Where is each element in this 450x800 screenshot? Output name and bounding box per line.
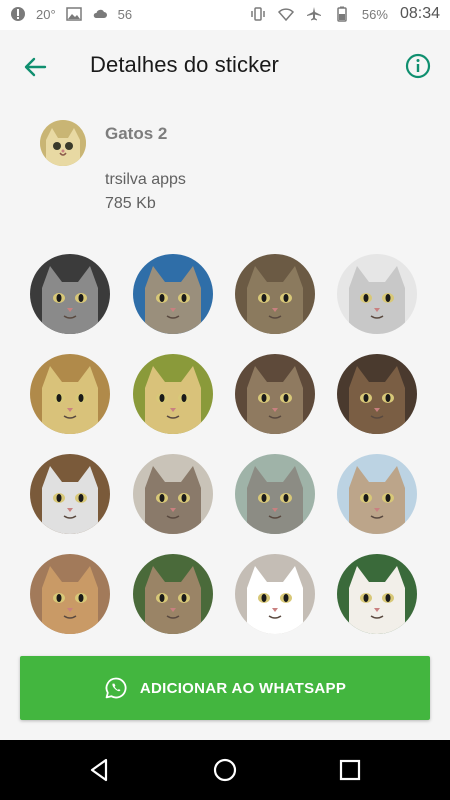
sticker-item[interactable]	[235, 454, 315, 534]
nav-back-icon[interactable]	[86, 756, 114, 784]
sticker-item[interactable]	[337, 354, 417, 434]
sticker-grid	[30, 254, 420, 634]
nav-recents-icon[interactable]	[336, 756, 364, 784]
image-icon	[65, 7, 82, 21]
cat-face-icon	[337, 454, 417, 534]
arrow-back-icon[interactable]	[20, 52, 50, 82]
cat-face-icon	[30, 554, 110, 634]
battery-icon	[337, 6, 347, 22]
add-to-whatsapp-label: ADICIONAR AO WHATSAPP	[139, 679, 347, 697]
sticker-item[interactable]	[133, 354, 213, 434]
cat-face-icon	[235, 454, 315, 534]
sticker-item[interactable]	[30, 354, 110, 434]
cat-face-icon	[133, 254, 213, 334]
status-bar: 20° 56 56% 08:34	[0, 0, 450, 30]
pack-size: 785 Kb	[105, 195, 156, 212]
app-bar: Detalhes do sticker	[0, 30, 450, 102]
cat-face-icon	[30, 454, 110, 534]
cat-face-icon	[235, 254, 315, 334]
temperature-text: 20°	[36, 6, 56, 22]
wifi-icon	[277, 8, 294, 22]
sticker-item[interactable]	[30, 454, 110, 534]
vibrate-icon	[251, 7, 265, 21]
whatsapp-icon	[105, 677, 127, 699]
page-title: Detalhes do sticker	[90, 52, 279, 77]
sticker-item[interactable]	[235, 354, 315, 434]
cat-face-icon	[30, 354, 110, 434]
cat-face-icon	[235, 354, 315, 434]
clock-text: 08:34	[399, 5, 440, 22]
sticker-item[interactable]	[30, 254, 110, 334]
sticker-item[interactable]	[235, 254, 315, 334]
cat-face-icon	[235, 554, 315, 634]
alert-icon	[11, 7, 25, 21]
pack-name: Gatos 2	[105, 124, 168, 143]
status-right: 56% 08:34	[250, 5, 440, 23]
battery-text: 56%	[361, 6, 388, 22]
sticker-item[interactable]	[235, 554, 315, 634]
sticker-item[interactable]	[133, 554, 213, 634]
cat-face-icon	[133, 454, 213, 534]
system-nav-bar	[0, 740, 450, 800]
signal-number-text: 56	[117, 6, 133, 22]
pack-thumbnail	[40, 120, 86, 166]
cat-face-icon	[337, 354, 417, 434]
add-to-whatsapp-button[interactable]: ADICIONAR AO WHATSAPP	[20, 656, 430, 720]
pack-publisher: trsilva apps	[105, 171, 186, 188]
cat-face-icon	[40, 120, 86, 166]
sticker-item[interactable]	[337, 254, 417, 334]
cat-face-icon	[337, 254, 417, 334]
status-left: 20° 56	[10, 6, 132, 22]
sticker-item[interactable]	[133, 454, 213, 534]
sticker-item[interactable]	[133, 254, 213, 334]
sticker-item[interactable]	[30, 554, 110, 634]
cat-face-icon	[133, 554, 213, 634]
cat-face-icon	[133, 354, 213, 434]
cat-face-icon	[337, 554, 417, 634]
sticker-item[interactable]	[337, 554, 417, 634]
cloud-icon	[93, 9, 107, 18]
info-icon[interactable]	[404, 52, 432, 80]
nav-home-icon[interactable]	[211, 756, 239, 784]
sticker-item[interactable]	[337, 454, 417, 534]
cat-face-icon	[30, 254, 110, 334]
airplane-icon	[306, 7, 321, 21]
